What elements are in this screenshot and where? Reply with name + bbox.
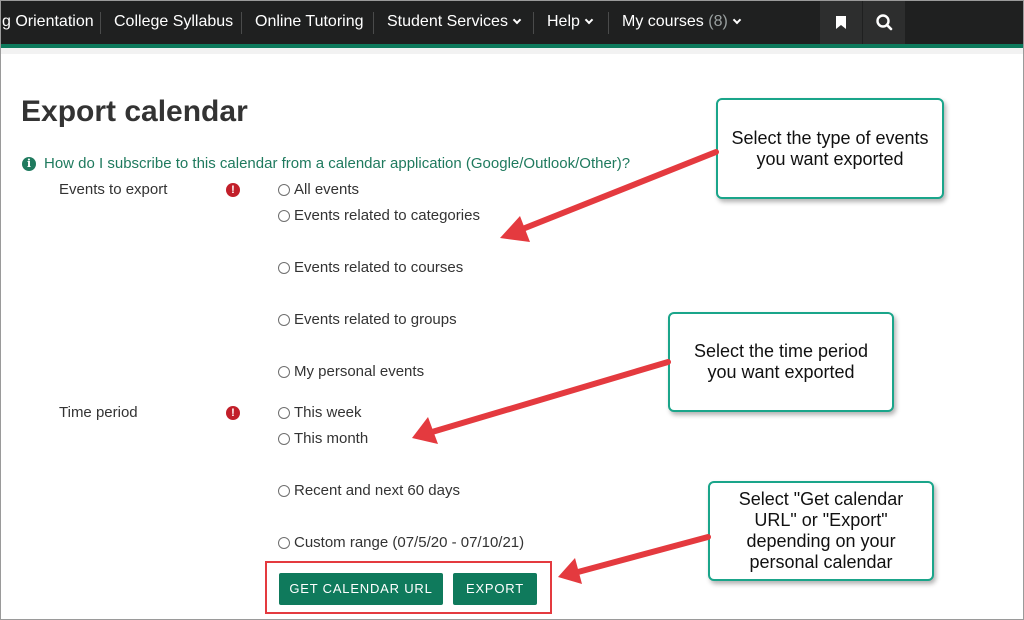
radio-label: Recent and next 60 days [294, 482, 460, 499]
radio-custom-range[interactable]: Custom range (07/5/20 - 07/10/21) [278, 534, 524, 551]
radio-label: This week [294, 404, 362, 421]
nav-item-college-syllabus[interactable]: College Syllabus [114, 0, 233, 44]
nav-divider [608, 12, 609, 34]
radio-recent-60-days[interactable]: Recent and next 60 days [278, 482, 460, 499]
nav-item-my-courses-label: My courses [622, 13, 704, 30]
nav-item-student-services[interactable]: Student Services [387, 0, 522, 44]
radio-button-icon [278, 209, 290, 222]
radio-personal-events[interactable]: My personal events [278, 363, 424, 380]
nav-item-my-courses[interactable]: My courses (8) [622, 0, 742, 44]
get-calendar-url-button[interactable]: GET CALENDAR URL [279, 573, 443, 605]
period-callout: Select the time period you want exported [668, 312, 894, 412]
radio-label: Events related to courses [294, 259, 464, 276]
radio-label: Events related to groups [294, 311, 457, 328]
nav-item-help[interactable]: Help [547, 0, 594, 44]
radio-label: My personal events [294, 363, 425, 380]
period-callout-text: Select the time period you want exported [693, 341, 869, 382]
radio-button-icon [278, 432, 290, 445]
chevron-down-icon [584, 15, 594, 25]
radio-this-week[interactable]: This week [278, 404, 362, 421]
info-icon: i [22, 157, 36, 171]
buttons-callout-text: Select "Get calendar URL" or "Export" de… [738, 489, 904, 572]
radio-button-icon [278, 484, 290, 497]
arrow-to-period [412, 359, 671, 444]
events-to-export-label: Events to export [59, 181, 168, 198]
page-title: Export calendar [21, 95, 248, 128]
radio-button-icon [278, 536, 290, 549]
export-button[interactable]: EXPORT [453, 573, 537, 605]
radio-button-icon [278, 261, 290, 274]
events-callout-text: Select the type of events you want expor… [731, 127, 929, 169]
nav-divider [241, 12, 242, 34]
radio-label: This month [294, 430, 369, 447]
radio-button-icon [278, 406, 290, 419]
bookmark-button[interactable] [820, 0, 862, 44]
buttons-callout: Select "Get calendar URL" or "Export" de… [708, 481, 934, 581]
chevron-down-icon [512, 15, 522, 25]
subscribe-help-link[interactable]: i How do I subscribe to this calendar fro… [22, 155, 630, 172]
radio-events-groups[interactable]: Events related to groups [278, 311, 457, 328]
radio-label: All events [294, 181, 360, 198]
chevron-down-icon [732, 15, 742, 25]
radio-button-icon [278, 365, 290, 378]
events-callout: Select the type of events you want expor… [716, 98, 944, 199]
top-navbar: g Orientation College Syllabus Online Tu… [0, 0, 1024, 44]
nav-item-orientation[interactable]: g Orientation [2, 0, 94, 44]
nav-item-orientation-label: g Orientation [2, 13, 94, 30]
nav-item-student-services-label: Student Services [387, 13, 508, 30]
required-icon: ! [226, 183, 240, 197]
nav-item-online-tutoring-label: Online Tutoring [255, 13, 364, 30]
courses-count-badge: (8) [708, 13, 728, 30]
nav-divider [533, 12, 534, 34]
radio-label: Custom range (07/5/20 - 07/10/21) [294, 534, 525, 551]
nav-divider [100, 12, 101, 34]
radio-label: Events related to categories [294, 207, 480, 224]
bookmark-icon [836, 16, 846, 29]
nav-item-help-label: Help [547, 13, 580, 30]
radio-this-month[interactable]: This month [278, 430, 368, 447]
nav-divider [373, 12, 374, 34]
required-icon: ! [226, 406, 240, 420]
nav-item-online-tutoring[interactable]: Online Tutoring [255, 0, 364, 44]
nav-item-college-syllabus-label: College Syllabus [114, 13, 234, 30]
search-icon [876, 14, 893, 31]
time-period-label: Time period [59, 404, 138, 421]
radio-button-icon [278, 183, 290, 196]
arrow-to-buttons [558, 534, 711, 584]
subscribe-help-link-text: How do I subscribe to this calendar from… [44, 155, 631, 172]
radio-events-categories[interactable]: Events related to categories [278, 207, 480, 224]
radio-events-courses[interactable]: Events related to courses [278, 259, 463, 276]
nav-shadow-strip [0, 48, 1024, 54]
search-button[interactable] [863, 0, 905, 44]
radio-all-events[interactable]: All events [278, 181, 359, 198]
radio-button-icon [278, 313, 290, 326]
